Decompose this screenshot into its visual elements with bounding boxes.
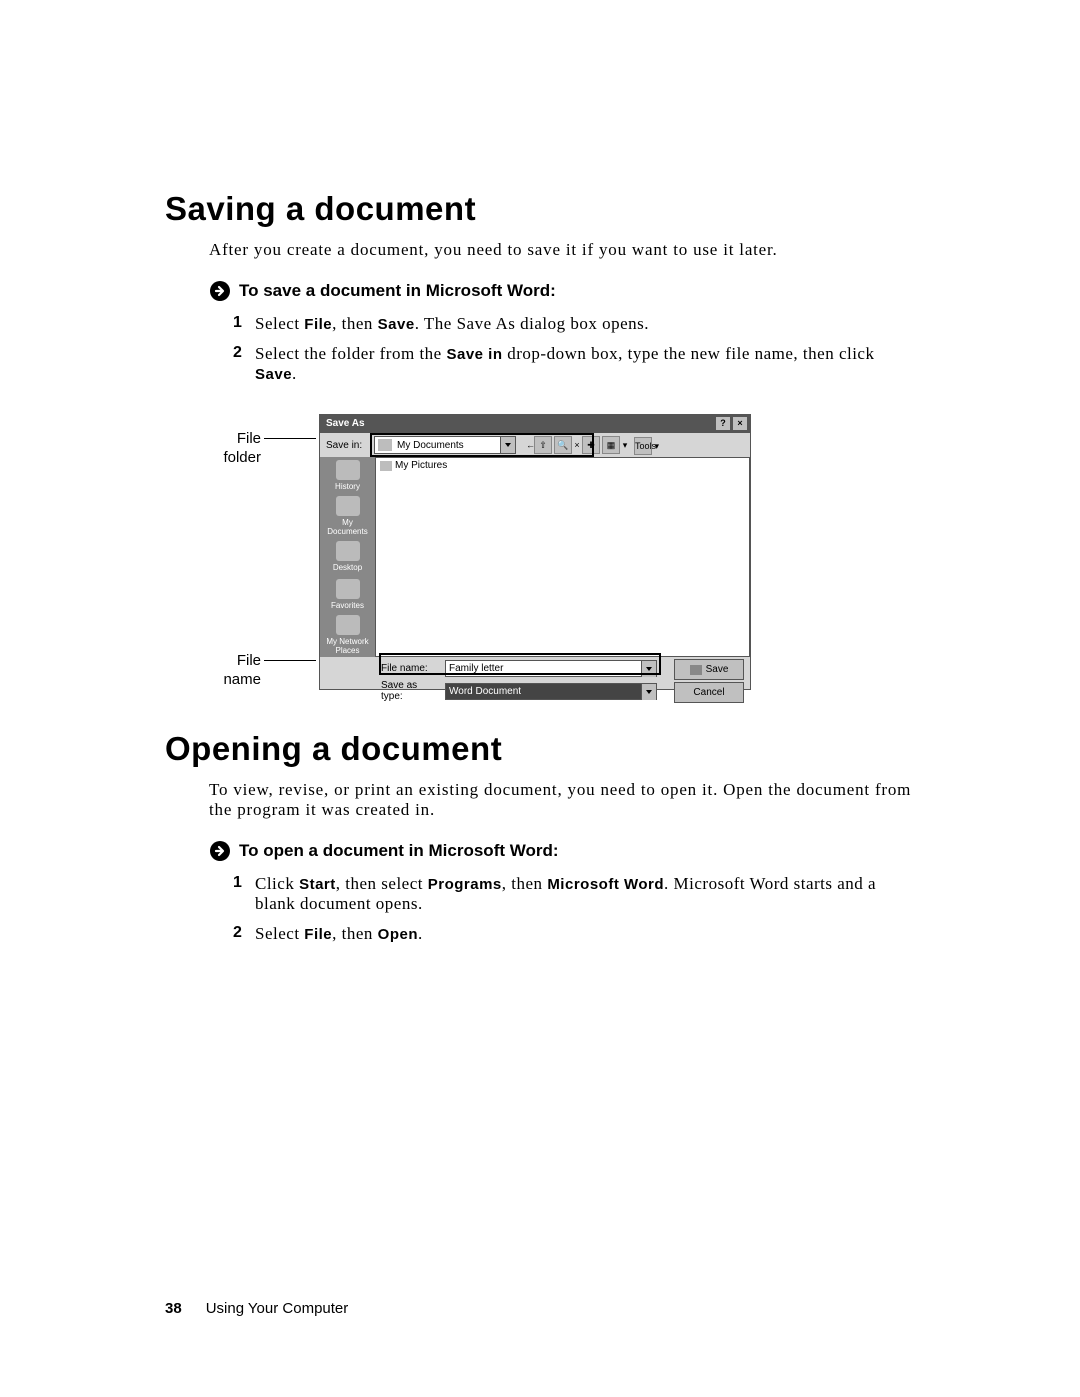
step-open-1: Click Start, then select Programs, then … <box>233 874 915 924</box>
arrow-circle-icon <box>209 280 231 302</box>
savein-dropdown[interactable]: My Documents <box>374 436 516 454</box>
step-save-2: Select the folder from the Save in drop-… <box>233 344 915 394</box>
views-icon[interactable]: ▦ <box>602 436 620 454</box>
chevron-down-icon[interactable] <box>500 437 515 453</box>
place-mydocs[interactable]: My Documents <box>320 494 375 538</box>
callout-line-1 <box>264 438 316 439</box>
network-icon <box>336 615 360 635</box>
savein-value: My Documents <box>395 440 500 451</box>
arrow-circle-icon <box>209 840 231 862</box>
heading-saving: Saving a document <box>165 190 915 228</box>
cancel-button[interactable]: Cancel <box>674 682 744 703</box>
folder-icon <box>378 439 392 451</box>
place-network[interactable]: My Network Places <box>320 613 375 657</box>
callout-line-2 <box>264 660 316 661</box>
steps-open: Click Start, then select Programs, then … <box>233 874 915 954</box>
places-bar: History My Documents Desktop Favorites M… <box>320 457 375 657</box>
up-folder-icon[interactable]: ⇧ <box>534 436 552 454</box>
folder-icon <box>380 461 392 471</box>
list-item-label: My Pictures <box>395 460 447 471</box>
subhead-save-label: To save a document in Microsoft Word: <box>239 281 556 301</box>
place-desktop[interactable]: Desktop <box>320 538 375 575</box>
toolbar-icons: ← ⇧ 🔍 × ✚ ▦ ▾ Tools ▾ <box>526 436 663 454</box>
savetype-value: Word Document <box>446 684 641 699</box>
place-favorites[interactable]: Favorites <box>320 576 375 613</box>
save-button[interactable]: Save <box>674 659 744 680</box>
list-item[interactable]: My Pictures <box>376 458 749 473</box>
page-number: 38 <box>165 1300 182 1317</box>
intro-opening: To view, revise, or print an existing do… <box>209 780 915 820</box>
savein-label: Save in: <box>326 440 368 451</box>
favorites-icon <box>336 579 360 599</box>
subhead-open-label: To open a document in Microsoft Word: <box>239 841 559 861</box>
filename-value: Family letter <box>446 661 641 676</box>
saveas-figure: File folder File name Save As ? × Save i… <box>209 414 915 694</box>
intro-saving: After you create a document, you need to… <box>209 240 915 260</box>
close-icon[interactable]: × <box>732 416 748 431</box>
step-save-1: Select File, then Save. The Save As dial… <box>233 314 915 344</box>
callout-file-name: File name <box>209 652 261 690</box>
subhead-save: To save a document in Microsoft Word: <box>209 280 915 302</box>
page-footer: 38 Using Your Computer <box>165 1300 348 1317</box>
saveas-dialog: Save As ? × Save in: My Documents ← ⇧ <box>319 414 751 690</box>
new-folder-icon[interactable]: ✚ <box>582 436 600 454</box>
filename-field[interactable]: Family letter <box>445 660 657 677</box>
callout-file-folder: File folder <box>209 430 261 468</box>
steps-save: Select File, then Save. The Save As dial… <box>233 314 915 394</box>
place-history[interactable]: History <box>320 457 375 494</box>
history-icon <box>336 460 360 480</box>
saveas-title-text: Save As <box>326 418 365 429</box>
chapter-title: Using Your Computer <box>206 1300 349 1317</box>
back-arrow-icon[interactable]: ← <box>526 437 532 453</box>
savetype-label: Save as type: <box>381 680 439 702</box>
documents-icon <box>336 496 360 516</box>
subhead-open: To open a document in Microsoft Word: <box>209 840 915 862</box>
chevron-down-icon[interactable] <box>641 661 656 677</box>
saveas-titlebar: Save As ? × <box>320 415 750 433</box>
help-icon[interactable]: ? <box>715 416 731 431</box>
file-list-pane[interactable]: My Pictures <box>375 457 750 657</box>
desktop-icon <box>336 541 360 561</box>
disk-icon <box>690 665 702 675</box>
heading-opening: Opening a document <box>165 730 915 768</box>
search-icon[interactable]: 🔍 <box>554 436 572 454</box>
chevron-down-icon[interactable] <box>641 684 656 700</box>
savetype-field[interactable]: Word Document <box>445 683 657 700</box>
step-open-2: Select File, then Open. <box>233 924 915 954</box>
tools-menu[interactable]: Tools ▾ <box>630 437 663 453</box>
filename-label: File name: <box>381 663 439 674</box>
